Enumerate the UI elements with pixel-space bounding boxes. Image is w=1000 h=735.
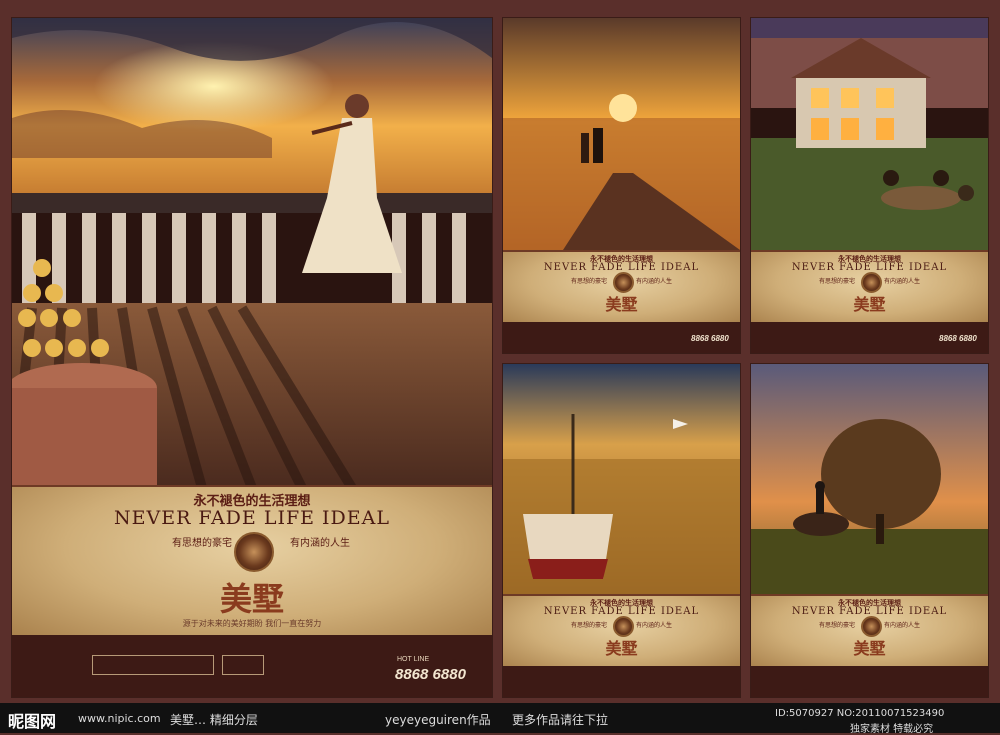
site-logo: 昵图网 [8,712,57,731]
pier-sunset-photo [503,18,740,250]
slogan-en: NEVER FADE LIFE IDEAL [114,507,390,529]
sub-left: 有思想的豪宅 [818,278,855,285]
footer-band [503,666,740,697]
poster-horse: 永不褪色的生活理想 NEVER FADE LIFE IDEAL 有思想的豪宅 有… [751,364,988,697]
sub-right: 有内涵的人生 [883,622,920,629]
villa-dinner-photo [751,18,988,250]
sub-left: 有思想的豪宅 [172,538,232,549]
sub-right: 有内涵的人生 [290,538,350,549]
left-caption: 美墅… 精细分层 [170,713,258,727]
sub-right: 有内涵的人生 [635,622,672,629]
brand-name: 美墅 [605,639,638,658]
image-id: ID:5070927 NO:20110071523490 [775,708,945,719]
poster-villa: 永不褪色的生活理想 NEVER FADE LIFE IDEAL 有思想的豪宅 有… [751,18,988,353]
site-url: www.nipic.com [78,712,161,725]
brand-emblem-icon [613,616,634,637]
poster-boat: 永不褪色的生活理想 NEVER FADE LIFE IDEAL 有思想的豪宅 有… [503,364,740,697]
sub-left: 有思想的豪宅 [570,622,607,629]
more-works-link[interactable]: 更多作品请往下拉 [512,711,608,728]
violinist-sunset-photo [12,18,492,488]
brand-name: 美墅 [853,639,886,658]
footer-logo-box [222,655,264,675]
brand-emblem-icon [861,616,882,637]
footer-band [751,666,988,697]
brand-emblem-icon [861,272,882,293]
sub-left: 有思想的豪宅 [818,622,855,629]
poster-main: 永不褪色的生活理想 NEVER FADE LIFE IDEAL 有思想的豪宅 有… [12,18,492,697]
sub-right: 有内涵的人生 [883,278,920,285]
hotline-number: 8868 6880 [691,334,729,343]
sub-right: 有内涵的人生 [635,278,672,285]
brand-name: 美墅 [219,580,284,618]
hotline-number: 8868 6880 [939,334,977,343]
brand-emblem-icon [613,272,634,293]
watermark-bar: 昵图网 www.nipic.com 美墅… 精细分层 yeyeyeguiren作… [0,703,1000,735]
footer-info-box [92,655,214,675]
brand-name: 美墅 [853,295,886,314]
poster-pier: 永不褪色的生活理想 NEVER FADE LIFE IDEAL 有思想的豪宅 有… [503,18,740,353]
author-credit: yeyeyeguiren作品 [385,713,491,727]
hotline-number: 8868 6880 [395,666,466,683]
brand-emblem-icon [234,532,274,572]
brand-name: 美墅 [605,295,638,314]
hotline-label: HOT LINE [397,656,430,663]
horse-rider-photo [751,364,988,594]
boat-sunset-photo [503,364,740,594]
tagline: 源于对未来的美好期盼 我们一直在努力 [182,619,322,628]
sub-left: 有思想的豪宅 [570,278,607,285]
